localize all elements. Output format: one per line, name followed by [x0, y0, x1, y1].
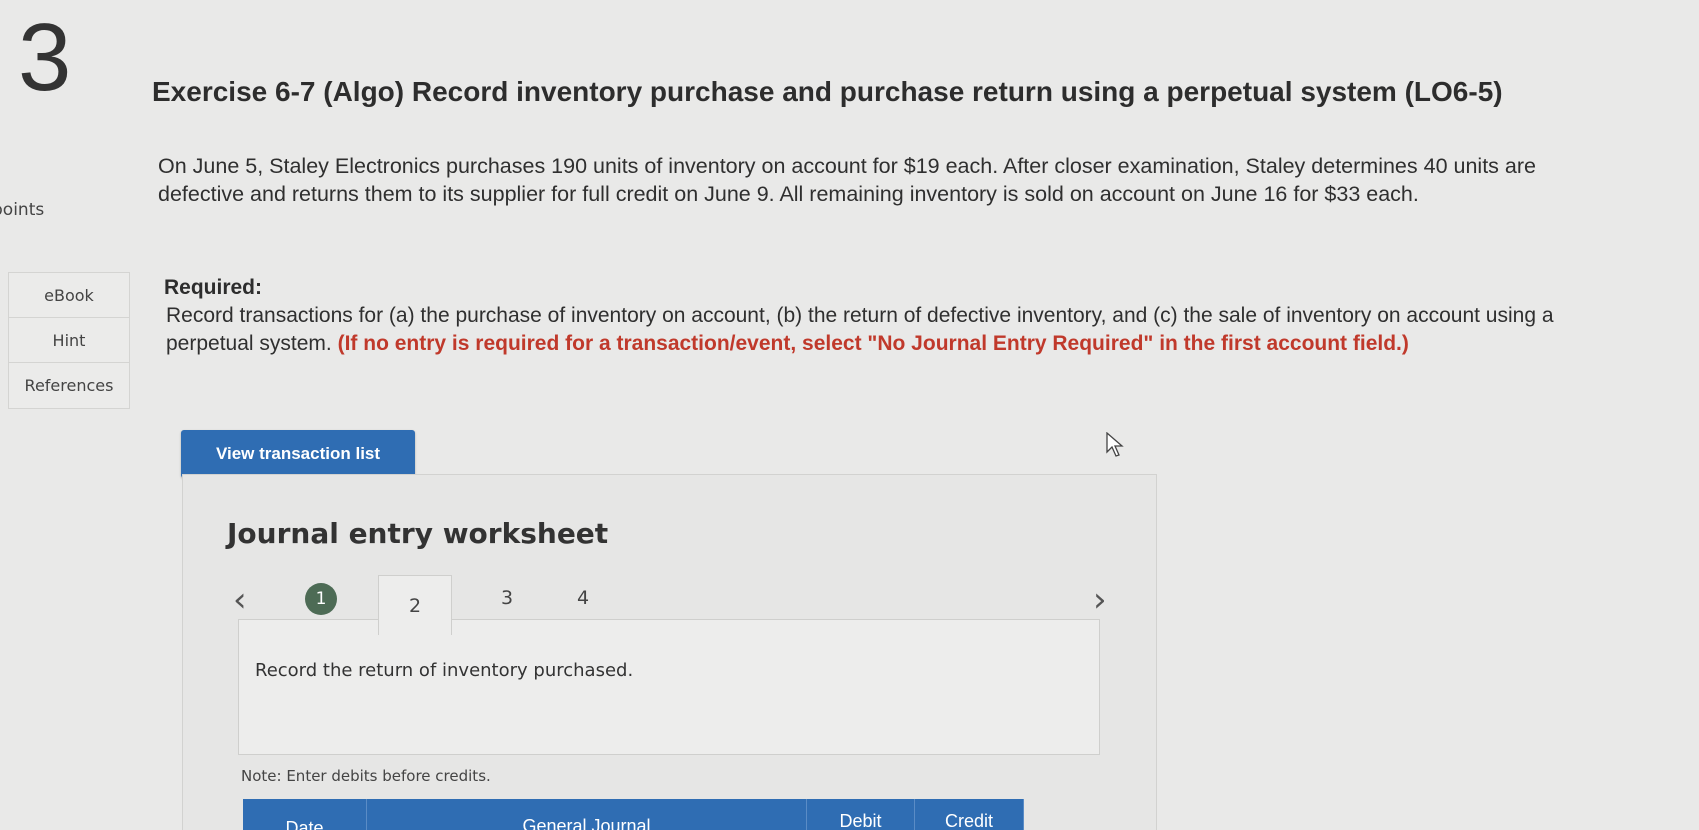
ebook-button[interactable]: eBook: [9, 273, 129, 318]
journal-table-header: Date General Journal Debit Credit: [243, 799, 1024, 830]
question-number: 3: [18, 4, 72, 111]
mouse-cursor-icon: [1106, 432, 1124, 457]
column-debit: Debit: [807, 799, 915, 830]
step-3-tab[interactable]: 3: [501, 587, 513, 609]
step-panel: Record the return of inventory purchased…: [238, 619, 1100, 755]
entry-note: Note: Enter debits before credits.: [241, 767, 491, 785]
exercise-title: Exercise 6-7 (Algo) Record inventory pur…: [152, 76, 1503, 107]
required-heading: Required:: [164, 276, 263, 299]
problem-text: On June 5, Staley Electronics purchases …: [158, 154, 1536, 206]
worksheet-title: Journal entry worksheet: [227, 517, 609, 550]
page: 3 points eBook Hint References Exercise …: [0, 0, 1699, 830]
references-button[interactable]: References: [9, 363, 129, 408]
journal-entry-worksheet: Journal entry worksheet ‹ 1 2 3 4 › Reco…: [182, 474, 1157, 830]
question-points: points: [0, 200, 45, 220]
step-4-tab[interactable]: 4: [577, 587, 589, 609]
step-instruction: Record the return of inventory purchased…: [255, 660, 634, 681]
chevron-right-icon[interactable]: ›: [1093, 583, 1107, 617]
column-date: Date: [243, 799, 367, 830]
side-tools: eBook Hint References: [8, 272, 130, 409]
column-general-journal: General Journal: [367, 799, 807, 830]
hint-button[interactable]: Hint: [9, 318, 129, 363]
step-2-active-tab[interactable]: 2: [378, 575, 452, 635]
required-text: Record transactions for (a) the purchase…: [166, 302, 1566, 358]
step-1-completed[interactable]: 1: [305, 583, 337, 615]
view-transaction-list-button[interactable]: View transaction list: [181, 430, 415, 478]
chevron-left-icon[interactable]: ‹: [233, 583, 247, 617]
column-credit: Credit: [915, 799, 1024, 830]
required-note: (If no entry is required for a transacti…: [337, 332, 1409, 355]
